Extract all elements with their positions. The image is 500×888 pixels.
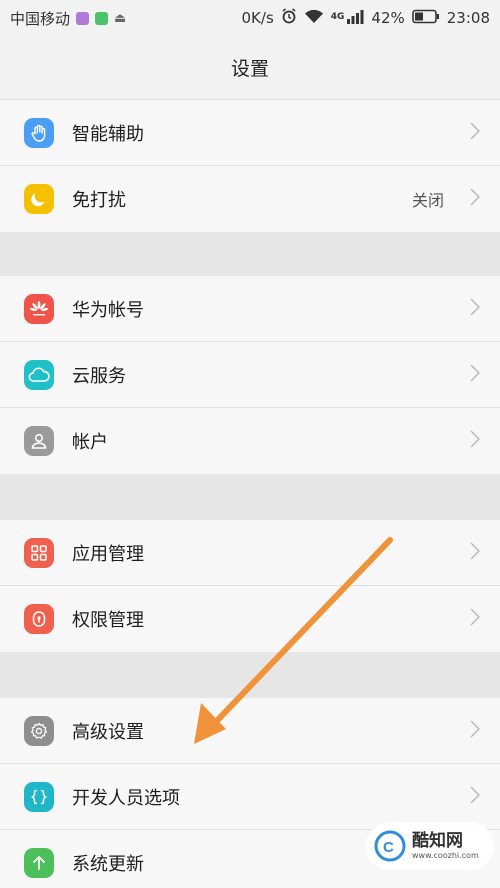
- settings-item-developer-options[interactable]: 开发人员选项: [0, 764, 500, 830]
- settings-item-label: 系统更新: [72, 854, 144, 875]
- network-type: 4G: [330, 12, 345, 22]
- battery-percent: 42%: [371, 9, 405, 27]
- chevron-right-icon: [470, 608, 481, 630]
- status-bar: 中国移动 ⏏ 0K/s 4G 42% 23:08: [0, 0, 500, 36]
- gear-icon: [24, 715, 54, 746]
- watermark-logo: C 酷知网 www.coozhi.com: [366, 822, 494, 870]
- settings-item-account[interactable]: 帐户: [0, 408, 500, 474]
- section-divider: [0, 474, 500, 520]
- chevron-right-icon: [470, 785, 481, 808]
- coozhi-logo-icon: C: [374, 830, 406, 862]
- usb-icon: ⏏: [114, 10, 127, 26]
- settings-group-2: 华为帐号 云服务 帐户: [0, 276, 500, 474]
- hand-icon: [24, 117, 54, 148]
- user-icon: [24, 426, 54, 456]
- settings-item-label: 帐户: [72, 432, 108, 453]
- settings-item-advanced-settings[interactable]: 高级设置: [0, 698, 500, 764]
- chevron-right-icon: [470, 188, 481, 210]
- alarm-icon: [281, 8, 297, 28]
- do-not-disturb-status: 关闭: [411, 191, 444, 210]
- settings-item-label: 高级设置: [72, 721, 144, 743]
- settings-group-1: 智能辅助 免打扰 关闭: [0, 100, 500, 232]
- title-bar: 设置: [0, 36, 500, 100]
- section-divider: [0, 232, 500, 276]
- chevron-right-icon: [470, 541, 481, 564]
- chevron-right-icon: [470, 121, 481, 144]
- chevron-right-icon: [470, 430, 481, 452]
- section-divider: [0, 652, 500, 698]
- watermark-name: 酷知网: [412, 830, 463, 851]
- chevron-right-icon: [470, 297, 481, 320]
- chevron-right-icon: [470, 363, 481, 386]
- apps-grid-icon: [24, 537, 54, 568]
- settings-item-label: 云服务: [72, 365, 126, 387]
- update-arrow-icon: [24, 848, 54, 878]
- settings-item-label: 应用管理: [72, 543, 144, 565]
- moon-icon: [24, 184, 54, 214]
- clock-time: 23:08: [446, 9, 490, 27]
- settings-item-cloud-service[interactable]: 云服务: [0, 342, 500, 408]
- huawei-icon: [24, 293, 54, 324]
- braces-icon: [24, 781, 54, 812]
- permission-lock-icon: [24, 604, 54, 634]
- carrier-label: 中国移动: [10, 9, 71, 28]
- settings-item-label: 权限管理: [72, 610, 144, 631]
- settings-item-huawei-account[interactable]: 华为帐号: [0, 276, 500, 342]
- notification-icon: [76, 11, 90, 25]
- chevron-right-icon: [470, 719, 481, 742]
- settings-group-3: 应用管理 权限管理: [0, 520, 500, 652]
- settings-item-label: 开发人员选项: [72, 787, 180, 809]
- svg-text:C: C: [383, 839, 394, 856]
- signal-icon: [346, 9, 364, 28]
- network-speed: 0K/s: [241, 9, 274, 27]
- settings-item-label: 智能辅助: [72, 123, 144, 145]
- settings-item-label: 华为帐号: [72, 299, 144, 321]
- settings-item-do-not-disturb[interactable]: 免打扰 关闭: [0, 166, 500, 232]
- settings-item-label: 免打扰: [72, 190, 126, 211]
- cloud-icon: [24, 359, 54, 390]
- sim-icon: [95, 11, 109, 25]
- settings-item-smart-assist[interactable]: 智能辅助: [0, 100, 500, 166]
- page-title: 设置: [230, 58, 269, 80]
- wifi-icon: [304, 9, 324, 28]
- settings-item-app-management[interactable]: 应用管理: [0, 520, 500, 586]
- settings-item-permission-management[interactable]: 权限管理: [0, 586, 500, 652]
- watermark-url: www.coozhi.com: [412, 850, 479, 860]
- battery-icon: [411, 9, 440, 28]
